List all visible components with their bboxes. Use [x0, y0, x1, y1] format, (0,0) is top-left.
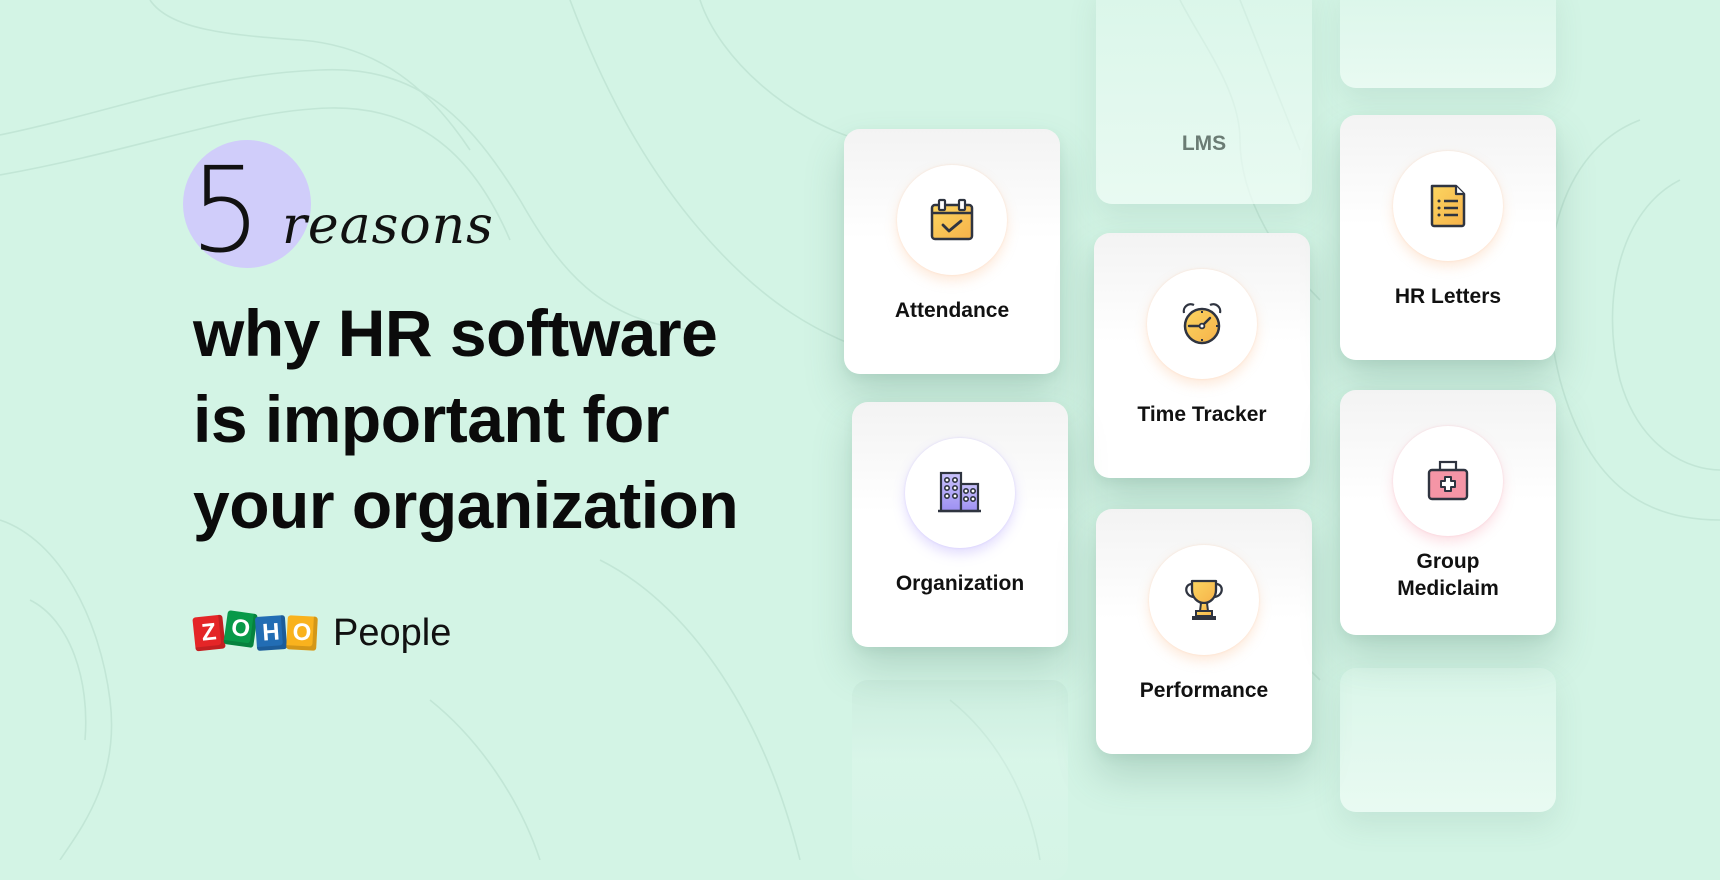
card-label: Time Tracker [1137, 403, 1267, 426]
headline-line: is important for [193, 382, 670, 456]
product-name: People [333, 611, 452, 654]
ghost-card-bottom-left [852, 680, 1068, 880]
icon-circle [905, 438, 1015, 548]
trophy-icon [1185, 579, 1223, 620]
zoho-logo-tile: O [223, 610, 258, 648]
card-label: Organization [895, 572, 1025, 595]
medical-kit-icon [1427, 460, 1469, 501]
card-label: HR Letters [1394, 285, 1502, 308]
card-time-tracker[interactable]: Time Tracker [1094, 233, 1310, 478]
card-label: Performance [1139, 679, 1269, 702]
document-list-icon [1430, 184, 1466, 228]
icon-circle [1393, 151, 1503, 261]
card-performance[interactable]: Performance [1096, 509, 1312, 754]
zoho-logo-tile: H [254, 614, 288, 652]
headline-line: your organization [193, 468, 739, 542]
icon-circle [897, 165, 1007, 275]
calendar-check-icon [930, 198, 974, 241]
zoho-logo-tile: Z [192, 614, 226, 652]
alarm-clock-icon [1182, 303, 1222, 345]
icon-circle [1149, 545, 1259, 655]
badge-word: reasons [282, 196, 494, 256]
card-label: LMS [1181, 132, 1227, 155]
card-group-mediclaim[interactable]: Group Mediclaim [1340, 390, 1556, 635]
card-organization[interactable]: Organization [852, 402, 1068, 647]
ghost-card-top-right [1340, 0, 1556, 88]
ghost-card-bottom-right [1340, 668, 1556, 812]
ghost-card-lms: LMS [1096, 0, 1312, 204]
badge-number: 5 [190, 141, 261, 279]
card-attendance[interactable]: Attendance [844, 129, 1060, 374]
headline-line: why HR software [193, 296, 718, 370]
zoho-logo-tile: O [286, 615, 318, 651]
icon-circle [1393, 426, 1503, 536]
icon-circle [1147, 269, 1257, 379]
buildings-icon [938, 471, 981, 513]
card-label-line: Mediclaim [1397, 577, 1499, 600]
brand-lockup: Z O H O People [192, 608, 452, 658]
card-label: Attendance [894, 299, 1010, 322]
card-label-line: Group [1416, 550, 1480, 573]
zoho-logo: Z O H O [192, 610, 318, 652]
card-hr-letters[interactable]: HR Letters [1340, 115, 1556, 360]
card-label: Group Mediclaim [1340, 548, 1556, 602]
headline: why HR software is important for your or… [193, 290, 833, 548]
